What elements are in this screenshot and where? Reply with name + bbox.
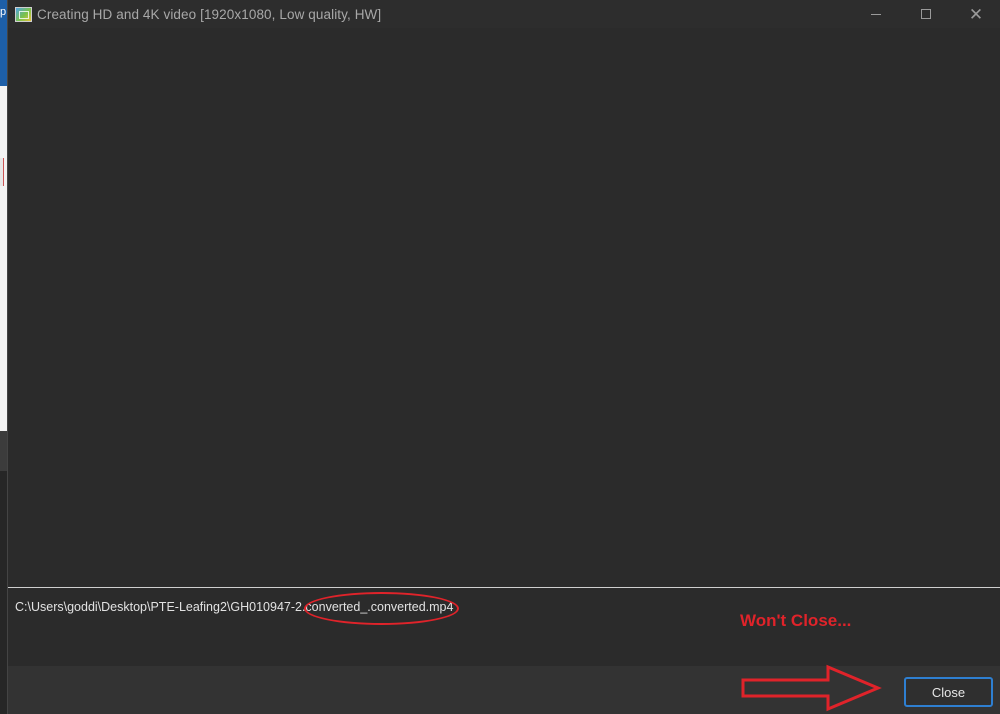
screen: p Creating HD and 4K video [1920x1080, L…: [0, 0, 1000, 714]
annotation-note: Won't Close...: [740, 611, 852, 630]
close-icon: ✕: [968, 4, 984, 24]
video-creation-dialog: Creating HD and 4K video [1920x1080, Low…: [7, 0, 1000, 714]
maximize-button[interactable]: [901, 0, 951, 28]
window-title: Creating HD and 4K video [1920x1080, Low…: [37, 6, 382, 22]
close-button[interactable]: Close: [904, 677, 993, 707]
background-window-bottom: [0, 471, 7, 714]
video-preview-area: [8, 28, 1000, 587]
window-close-button[interactable]: ✕: [951, 0, 1000, 28]
app-logo-icon: [15, 6, 32, 22]
annotation-arrow-icon: [741, 664, 882, 712]
maximize-icon: [921, 9, 931, 19]
background-window-glyph: p: [0, 6, 7, 18]
title-bar[interactable]: Creating HD and 4K video [1920x1080, Low…: [8, 0, 1000, 28]
minimize-icon: [871, 13, 881, 15]
background-window-edge: p: [0, 0, 7, 714]
background-window-control: [0, 158, 4, 186]
annotation-ellipse: [304, 592, 459, 625]
window-controls: ✕: [851, 0, 1000, 28]
minimize-button[interactable]: [851, 0, 901, 28]
background-window-content: [0, 86, 7, 431]
background-window-panel: [0, 431, 7, 471]
